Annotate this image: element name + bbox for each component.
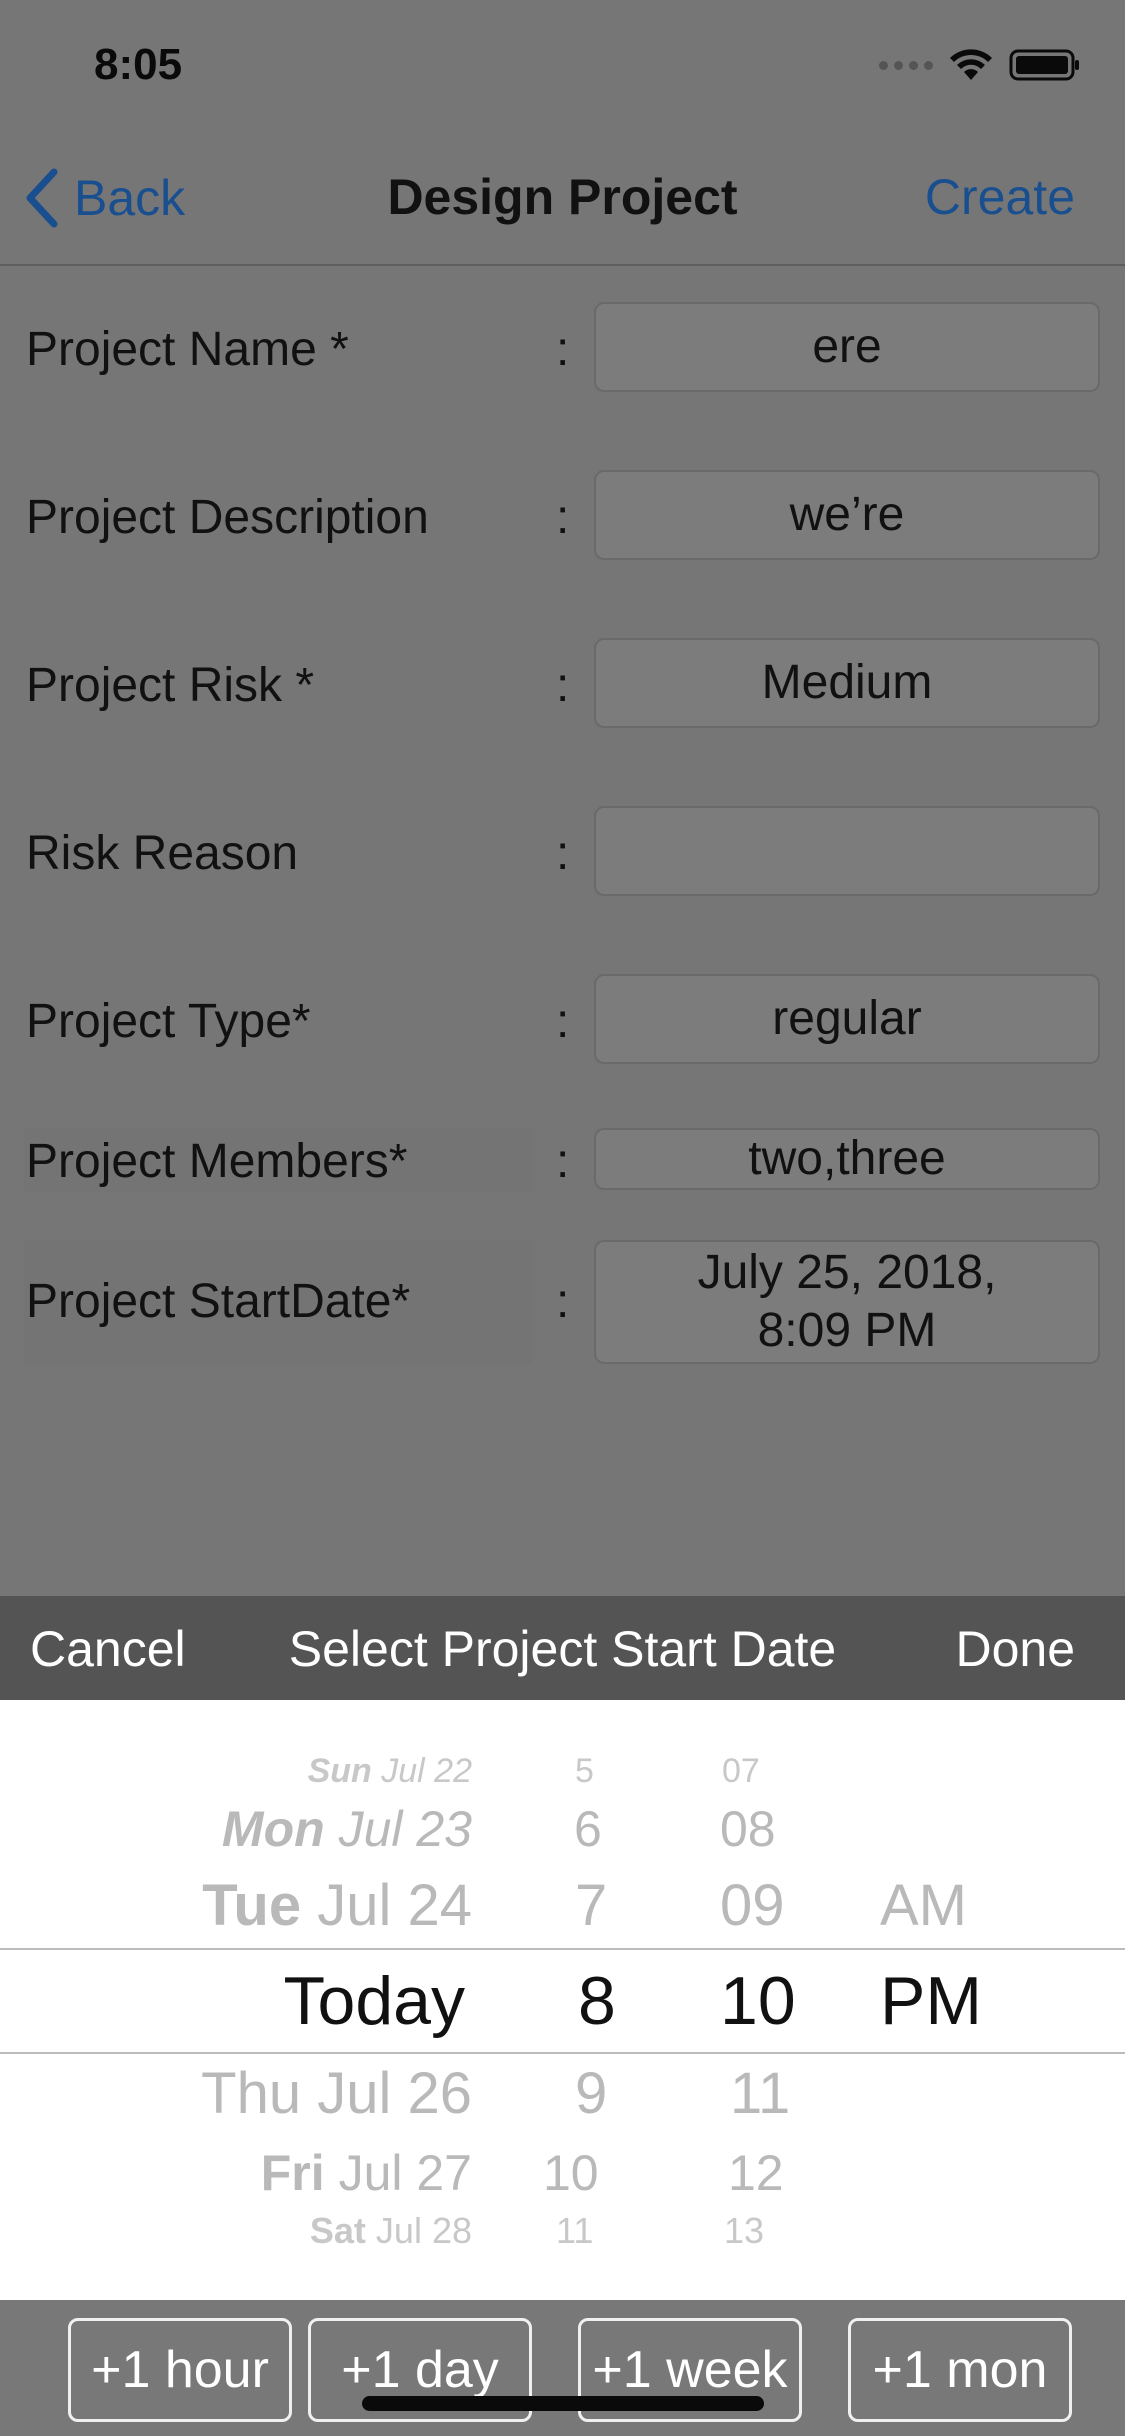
minute-option[interactable]: 09 xyxy=(720,1872,785,1939)
done-button[interactable]: Done xyxy=(955,1620,1075,1678)
quick-increment-bar: +1 hour +1 day +1 week +1 mon xyxy=(0,2300,1125,2436)
add-hour-button[interactable]: +1 hour xyxy=(68,2318,292,2422)
form-label: Project StartDate* xyxy=(26,1275,411,1328)
selection-line-bottom xyxy=(0,2052,1125,2054)
hour-option[interactable]: 11 xyxy=(556,2210,593,2252)
minute-option-selected[interactable]: 10 xyxy=(720,1962,796,2040)
project-description-field[interactable]: we’re xyxy=(594,470,1100,560)
form-colon: : xyxy=(556,1135,570,1188)
status-icons xyxy=(879,48,1081,82)
selection-line-top xyxy=(0,1948,1125,1950)
date-option[interactable]: Fri Jul 27 xyxy=(261,2144,472,2202)
date-option[interactable]: Tue Jul 24 xyxy=(202,1872,472,1939)
date-option[interactable]: Sat Jul 28 xyxy=(310,2210,472,2252)
ampm-option[interactable]: AM xyxy=(880,1872,967,1939)
date-time-picker[interactable]: Sun Jul 22 Mon Jul 23 Tue Jul 24 Today T… xyxy=(0,1700,1125,2300)
battery-icon xyxy=(1009,49,1079,81)
hour-option[interactable]: 9 xyxy=(575,2060,607,2127)
form-colon: : xyxy=(556,1275,570,1328)
minute-option[interactable]: 11 xyxy=(730,2060,790,2127)
project-risk-field[interactable]: Medium xyxy=(594,638,1100,728)
project-members-field[interactable]: two,three xyxy=(594,1128,1100,1190)
form-label: Project Type* xyxy=(26,995,311,1048)
form-colon: : xyxy=(556,995,570,1048)
form-colon: : xyxy=(556,491,570,544)
form-label: Project Members* xyxy=(26,1135,408,1188)
hour-option[interactable]: 5 xyxy=(575,1752,594,1791)
form-colon: : xyxy=(556,323,570,376)
hour-option[interactable]: 7 xyxy=(575,1872,607,1939)
minute-option[interactable]: 07 xyxy=(722,1752,760,1791)
project-type-field[interactable]: regular xyxy=(594,974,1100,1064)
add-month-button[interactable]: +1 mon xyxy=(848,2318,1072,2422)
create-button[interactable]: Create xyxy=(925,168,1075,226)
date-option[interactable]: Mon Jul 23 xyxy=(222,1800,472,1858)
status-time: 8:05 xyxy=(94,40,183,89)
form-label: Risk Reason xyxy=(26,827,299,880)
status-bar: 8:05 xyxy=(0,0,1125,140)
minute-option[interactable]: 08 xyxy=(720,1800,776,1858)
form-label: Project Risk * xyxy=(26,659,315,712)
cellular-signal-icon xyxy=(879,60,933,70)
date-option[interactable]: Sun Jul 22 xyxy=(308,1752,472,1791)
project-start-date-field[interactable]: July 25, 2018, 8:09 PM xyxy=(594,1240,1100,1364)
risk-reason-field[interactable] xyxy=(594,806,1100,896)
minute-option[interactable]: 13 xyxy=(724,2210,764,2252)
form-label: Project Name * xyxy=(26,323,349,376)
date-option-selected[interactable]: Today xyxy=(284,1962,465,2040)
picker-toolbar: Cancel Select Project Start Date Done xyxy=(0,1596,1125,1700)
hour-option-selected[interactable]: 8 xyxy=(578,1962,616,2040)
hour-option[interactable]: 6 xyxy=(574,1800,602,1858)
form-colon: : xyxy=(556,827,570,880)
home-indicator[interactable] xyxy=(362,2396,764,2411)
hour-option[interactable]: 10 xyxy=(543,2144,599,2202)
form-colon: : xyxy=(556,659,570,712)
start-date-value: July 25, 2018, xyxy=(697,1246,997,1300)
ampm-option-selected[interactable]: PM xyxy=(880,1962,982,2040)
navigation-bar: Back Design Project Create xyxy=(0,140,1125,266)
form-label: Project Description xyxy=(26,491,429,544)
date-option[interactable]: Thu Jul 26 xyxy=(201,2060,472,2127)
wifi-icon xyxy=(950,49,992,80)
project-name-field[interactable]: ere xyxy=(594,302,1100,392)
minute-option[interactable]: 12 xyxy=(728,2144,784,2202)
start-time-value: 8:09 PM xyxy=(757,1304,937,1357)
